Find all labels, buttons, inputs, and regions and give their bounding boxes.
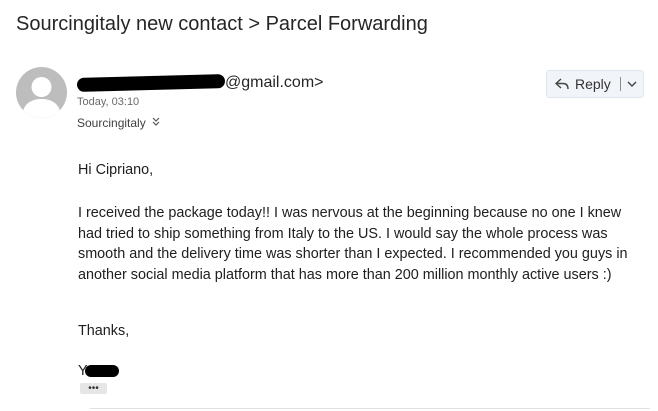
email-subject: Sourcingitaly new contact > Parcel Forwa… (16, 13, 428, 35)
message-divider (90, 408, 650, 409)
show-trimmed-content-button[interactable]: ••• (80, 383, 107, 394)
reply-button[interactable]: Reply (547, 71, 611, 97)
message-timestamp: Today, 03:10 (77, 96, 140, 108)
person-silhouette-icon (22, 77, 61, 118)
reply-options-dropdown[interactable] (621, 71, 643, 97)
reply-label: Reply (575, 76, 611, 92)
recipient-name: Sourcingitaly (77, 116, 146, 130)
message-closing: Thanks, (78, 323, 130, 339)
reply-arrow-icon (555, 78, 569, 90)
sender-line: @gmail.com> (76, 73, 324, 93)
sender-email: @gmail.com> (225, 74, 324, 91)
chevron-down-icon (627, 81, 637, 87)
message-greeting: Hi Cipriano, (78, 162, 154, 178)
redacted-sender-name (76, 74, 226, 92)
message-paragraph: I received the package today!! I was ner… (78, 205, 628, 283)
sender-avatar (16, 67, 67, 118)
redacted-signature (84, 365, 119, 377)
recipient-line[interactable]: Sourcingitaly (77, 116, 160, 130)
reply-button-group: Reply (546, 70, 644, 98)
double-chevron-down-icon[interactable] (152, 117, 160, 129)
message-signature: Y (78, 363, 119, 379)
